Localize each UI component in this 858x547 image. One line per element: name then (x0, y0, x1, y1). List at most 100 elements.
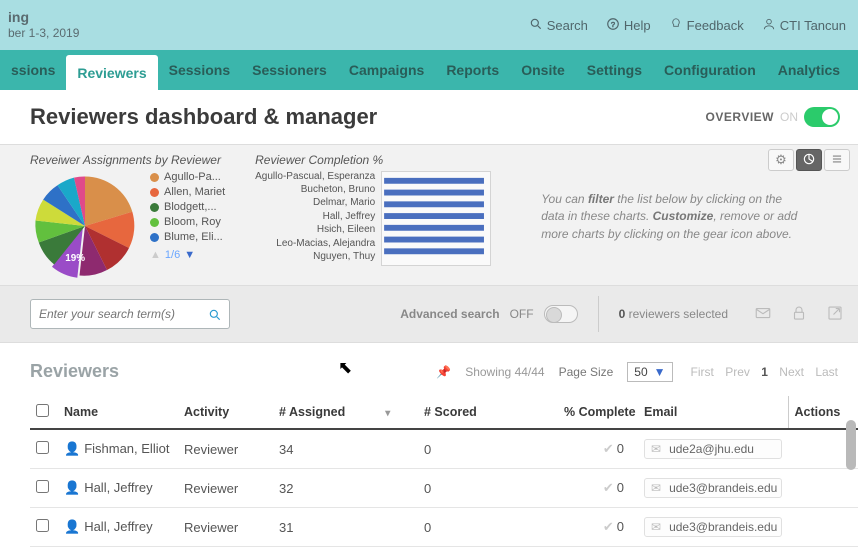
tab-reviewers[interactable]: Reviewers (66, 55, 157, 90)
advanced-search-label: Advanced search (400, 307, 499, 321)
legend-item[interactable]: Blodgett,... (150, 201, 225, 213)
legend-item[interactable]: Blume, Eli... (150, 231, 225, 243)
search-input[interactable] (30, 299, 230, 329)
col-complete[interactable]: % Complete (558, 396, 638, 429)
bar-label: Bucheton, Bruno (255, 184, 375, 196)
help-link[interactable]: ? Help (606, 17, 651, 34)
search-icon[interactable] (208, 306, 222, 322)
pager: First Prev 1 Next Last (687, 365, 842, 379)
col-assigned[interactable]: # Assigned▾ (273, 396, 418, 429)
legend-item[interactable]: Allen, Mariet (150, 186, 225, 198)
chart-hint-text: You can filter the list below by clickin… (541, 191, 801, 243)
overview-state: ON (780, 110, 798, 124)
cell-name[interactable]: 👤Hall, Jeffrey (58, 469, 178, 508)
tab-onsite[interactable]: Onsite (510, 50, 576, 90)
person-icon: 👤 (64, 519, 80, 535)
email-selected-button[interactable] (754, 304, 772, 325)
cell-complete: ✔0 (558, 469, 638, 508)
row-checkbox[interactable] (36, 519, 49, 532)
export-selected-button[interactable] (826, 304, 844, 325)
col-activity[interactable]: Activity (178, 396, 273, 429)
advanced-search-toggle[interactable] (544, 305, 578, 323)
legend-item[interactable]: Agullo-Pa... (150, 171, 225, 183)
tab-campaigns[interactable]: Campaigns (338, 50, 435, 90)
row-checkbox[interactable] (36, 480, 49, 493)
bar-label: Nguyen, Thuy (255, 251, 375, 263)
person-icon: 👤 (64, 441, 80, 457)
pager-prev[interactable]: Prev (725, 365, 750, 379)
tab-configuration[interactable]: Configuration (653, 50, 767, 90)
bar-label: Hsich, Eileen (255, 224, 375, 236)
divider (598, 296, 599, 332)
page-title: Reviewers dashboard & manager (30, 104, 377, 130)
person-icon: 👤 (64, 480, 80, 496)
cell-actions[interactable] (788, 469, 858, 508)
bar-label: Leo-Macias, Alejandra (255, 238, 375, 250)
cell-name[interactable]: 👤Fishman, Elliot (58, 429, 178, 469)
pie-chart[interactable]: 19% (30, 171, 140, 281)
tab-submissions[interactable]: ssions (0, 50, 66, 90)
cell-complete: ✔0 (558, 508, 638, 547)
pin-icon[interactable]: 📌 (436, 365, 451, 379)
tab-analytics[interactable]: Analytics (767, 50, 851, 90)
table-row: 👤Hall, JeffreyReviewer320✔0✉ude3@brandei… (30, 469, 858, 508)
mail-icon: ✉ (651, 442, 661, 456)
event-info: ing ber 1-3, 2019 (0, 9, 79, 42)
legend-page: 1/6 (165, 249, 180, 261)
tab-sessioners[interactable]: Sessioners (241, 50, 338, 90)
row-checkbox[interactable] (36, 441, 49, 454)
table-row: 👤Hall, JeffreyReviewer310✔0✉ude3@brandei… (30, 508, 858, 547)
tab-operation[interactable]: Operation (851, 50, 858, 90)
svg-text:?: ? (611, 19, 615, 28)
mail-icon: ✉ (651, 481, 661, 495)
cell-name[interactable]: 👤Hall, Jeffrey (58, 508, 178, 547)
cell-scored: 0 (418, 508, 558, 547)
pie-legend: Agullo-Pa... Allen, Mariet Blodgett,... … (150, 171, 225, 281)
cell-actions[interactable] (788, 508, 858, 547)
bar-chart[interactable] (381, 171, 491, 266)
col-email[interactable]: Email (638, 396, 788, 429)
legend-prev[interactable]: ▲ (150, 249, 161, 261)
cell-assigned: 34 (273, 429, 418, 469)
cell-email[interactable]: ✉ude3@brandeis.edu (638, 469, 788, 508)
page-header: Reviewers dashboard & manager OVERVIEW O… (0, 90, 858, 144)
cell-email[interactable]: ✉ude3@brandeis.edu (638, 508, 788, 547)
legend-next[interactable]: ▼ (184, 249, 195, 261)
filter-bar: Advanced search OFF 0 reviewers selected (0, 286, 858, 343)
feedback-link[interactable]: Feedback (669, 17, 744, 34)
bar-label: Hall, Jeffrey (255, 211, 375, 223)
pie-slice-label: 19% (65, 253, 85, 264)
chart-view-chart-button[interactable] (796, 149, 822, 171)
tab-sessions[interactable]: Sessions (158, 50, 241, 90)
global-search-link[interactable]: Search (529, 17, 588, 34)
cell-activity: Reviewer (178, 429, 273, 469)
pager-first[interactable]: First (691, 365, 714, 379)
pager-next[interactable]: Next (779, 365, 804, 379)
col-name[interactable]: Name (58, 396, 178, 429)
mail-icon: ✉ (651, 520, 661, 534)
scrollbar-thumb[interactable] (846, 420, 856, 470)
cell-email[interactable]: ✉ude2a@jhu.edu (638, 429, 788, 469)
advanced-search-state: OFF (510, 307, 534, 321)
pager-last[interactable]: Last (815, 365, 838, 379)
lightbulb-icon (669, 17, 683, 34)
pie-chart-block: Reveiwer Assignments by Reviewer 19% (30, 153, 225, 281)
page-size-label: Page Size (559, 365, 614, 379)
tab-reports[interactable]: Reports (435, 50, 510, 90)
table-area: Reviewers 📌 Showing 44/44 Page Size 50▼ … (0, 343, 858, 547)
chart-view-list-button[interactable] (824, 149, 850, 171)
legend-item[interactable]: Bloom, Roy (150, 216, 225, 228)
overview-toggle[interactable] (804, 107, 840, 127)
tab-settings[interactable]: Settings (576, 50, 653, 90)
search-icon (529, 17, 543, 34)
user-menu[interactable]: CTI Tancun (762, 17, 846, 34)
cell-activity: Reviewer (178, 469, 273, 508)
check-icon: ✔ (603, 519, 614, 534)
lock-selected-button[interactable] (790, 304, 808, 325)
col-scored[interactable]: # Scored (418, 396, 558, 429)
gear-icon: ⚙ (775, 152, 787, 168)
chart-settings-button[interactable]: ⚙ (768, 149, 794, 171)
page-size-select[interactable]: 50▼ (627, 362, 672, 382)
select-all-checkbox[interactable] (36, 404, 49, 417)
charts-panel: ⚙ Reveiwer Assignments by Reviewer (0, 144, 858, 286)
